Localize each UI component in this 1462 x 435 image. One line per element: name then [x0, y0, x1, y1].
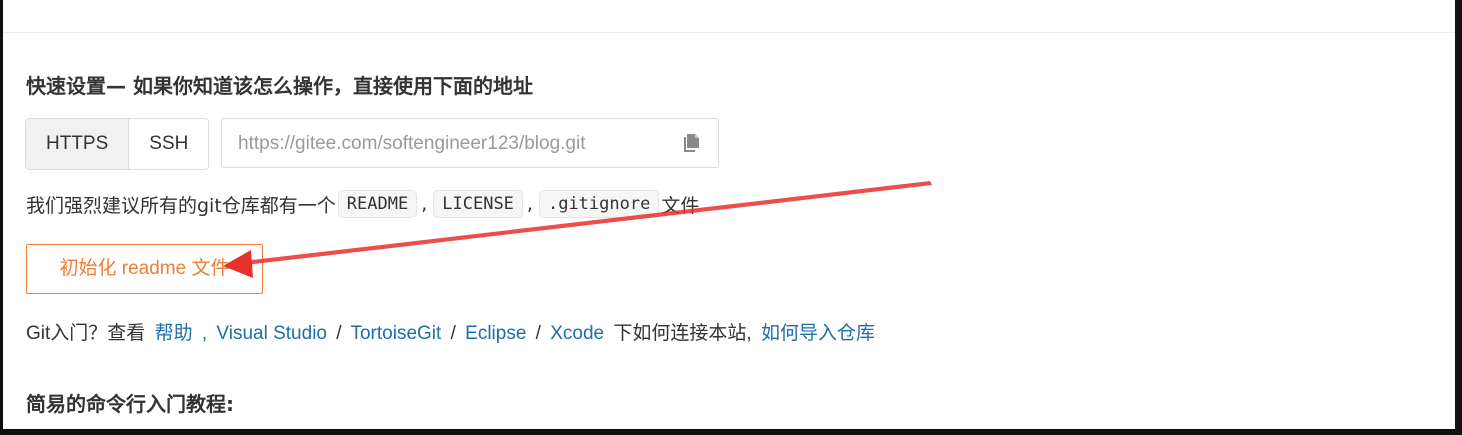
- repo-setup-panel: 快速设置— 如果你知道该怎么操作，直接使用下面的地址 HTTPS SSH 我们强…: [3, 0, 1455, 429]
- readme-recommendation: 我们强烈建议所有的git仓库都有一个 README , LICENSE , .g…: [26, 190, 699, 218]
- repo-url-box: [221, 118, 719, 169]
- help-middle: 下如何连接本站,: [613, 323, 752, 344]
- repo-url-input[interactable]: [222, 119, 680, 169]
- slash: /: [450, 323, 456, 344]
- window-edge: [1455, 0, 1462, 435]
- license-chip: LICENSE: [433, 190, 523, 218]
- protocol-toggle: HTTPS SSH: [25, 118, 210, 170]
- slash: /: [336, 323, 342, 344]
- gitignore-chip: .gitignore: [538, 190, 660, 218]
- recommend-prefix: 我们强烈建议所有的git仓库都有一个: [26, 194, 336, 217]
- top-strip: [3, 0, 1455, 33]
- eclipse-link[interactable]: Eclipse: [465, 323, 526, 344]
- separator: ,: [421, 193, 428, 215]
- help-prefix: Git入门？查看: [26, 323, 146, 344]
- help-link[interactable]: 帮助: [155, 323, 193, 344]
- comma: ,: [201, 323, 208, 344]
- xcode-link[interactable]: Xcode: [550, 323, 604, 344]
- tortoisegit-link[interactable]: TortoiseGit: [350, 323, 441, 344]
- import-repo-link[interactable]: 如何导入仓库: [761, 323, 875, 344]
- slash: /: [535, 323, 541, 344]
- recommend-suffix: 文件: [661, 194, 700, 217]
- init-readme-button[interactable]: 初始化 readme 文件: [26, 244, 263, 294]
- visual-studio-link[interactable]: Visual Studio: [216, 323, 327, 344]
- tutorial-title: 简易的命令行入门教程:: [26, 392, 234, 416]
- https-button[interactable]: HTTPS: [26, 119, 129, 169]
- copy-icon[interactable]: [680, 131, 704, 155]
- readme-chip: README: [337, 190, 418, 218]
- git-help-line: Git入门？查看 帮助 , Visual Studio / TortoiseGi…: [26, 318, 875, 345]
- separator: ,: [526, 193, 533, 215]
- ssh-button[interactable]: SSH: [128, 119, 209, 169]
- quick-setup-title: 快速设置— 如果你知道该怎么操作，直接使用下面的地址: [26, 74, 533, 98]
